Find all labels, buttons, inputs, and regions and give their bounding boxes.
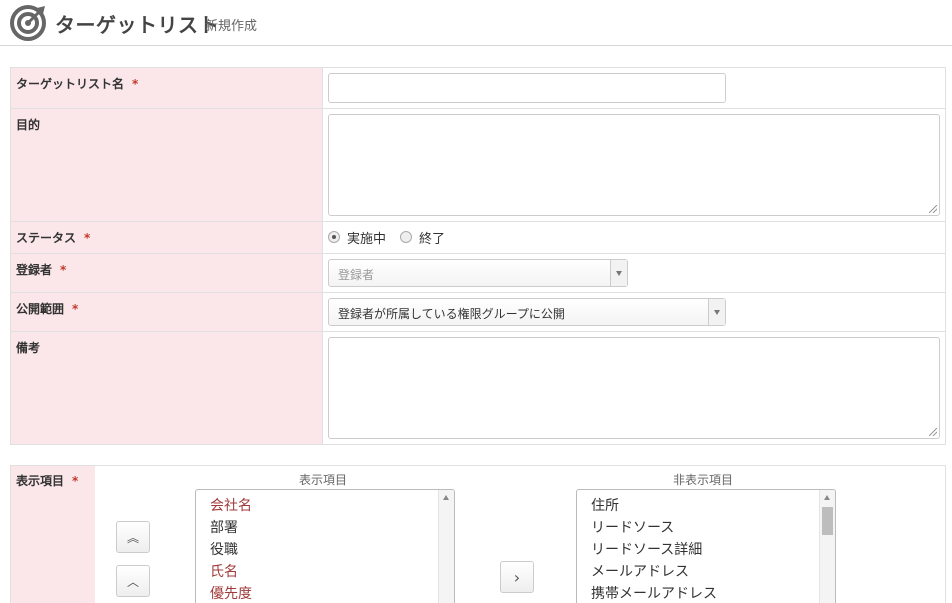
- required-mark: *: [84, 231, 91, 245]
- scroll-up-icon[interactable]: [824, 495, 830, 500]
- purpose-textarea[interactable]: [328, 114, 940, 216]
- scrollbar[interactable]: [819, 490, 835, 603]
- double-chevron-up-icon: ︽: [126, 530, 139, 545]
- display-items-label: 表示項目: [16, 474, 65, 488]
- move-top-button[interactable]: ︽: [116, 521, 150, 553]
- list-item[interactable]: 部署: [196, 517, 454, 539]
- move-to-shown-button[interactable]: ›: [500, 561, 534, 593]
- target-list-name-input[interactable]: [328, 73, 726, 103]
- target-list-form: ターゲットリスト名 * 目的 ステータス * 実施中 終了 登録者 * 登録者 …: [10, 67, 946, 445]
- list-item[interactable]: メールアドレス: [577, 561, 835, 583]
- scope-label-cell: 公開範囲 *: [10, 292, 323, 332]
- status-radio-active[interactable]: [328, 231, 340, 243]
- chevron-right-icon: ›: [513, 567, 521, 587]
- hidden-items-list[interactable]: 住所 リードソース リードソース詳細 メールアドレス 携帯メールアドレス: [576, 489, 836, 603]
- scope-value: 登録者が所属している権限グループに公開: [338, 307, 565, 321]
- status-label-cell: ステータス *: [10, 221, 323, 254]
- name-label: ターゲットリスト名: [16, 77, 125, 91]
- shown-items-list[interactable]: 会社名 部署 役職 氏名 優先度: [195, 489, 455, 603]
- registrant-select[interactable]: 登録者: [328, 259, 628, 287]
- hidden-items-title: 非表示項目: [673, 473, 734, 487]
- resize-handle-icon[interactable]: [929, 205, 937, 213]
- page-title: ターゲットリスト: [55, 13, 219, 37]
- display-items-section: 表示項目 * 表示項目 非表示項目 ︽ ︿ 会社名 部署 役職 氏名 優先度 › …: [10, 465, 946, 603]
- status-label: ステータス: [16, 231, 77, 245]
- scope-label: 公開範囲: [16, 302, 65, 316]
- registrant-placeholder: 登録者: [338, 268, 375, 282]
- page-header: ターゲットリスト 新規作成: [0, 0, 952, 46]
- list-item[interactable]: リードソース: [577, 517, 835, 539]
- resize-handle-icon[interactable]: [929, 428, 937, 436]
- list-item[interactable]: 優先度: [196, 583, 454, 603]
- list-item[interactable]: 携帯メールアドレス: [577, 583, 835, 603]
- notes-label: 備考: [16, 341, 41, 355]
- required-mark: *: [60, 263, 67, 277]
- required-mark: *: [72, 302, 79, 316]
- registrant-label-cell: 登録者 *: [10, 253, 323, 293]
- scope-select[interactable]: 登録者が所属している権限グループに公開: [328, 298, 726, 326]
- list-item[interactable]: 氏名: [196, 561, 454, 583]
- status-radio-finished[interactable]: [400, 231, 413, 243]
- notes-textarea[interactable]: [328, 337, 940, 439]
- notes-label-cell: 備考: [10, 331, 323, 445]
- shown-items-title: 表示項目: [299, 473, 348, 487]
- chevron-down-icon[interactable]: [708, 299, 725, 325]
- purpose-label: 目的: [16, 118, 41, 132]
- required-mark: *: [132, 77, 139, 91]
- scrollbar-thumb[interactable]: [822, 507, 833, 535]
- name-label-cell: ターゲットリスト名 *: [10, 67, 323, 109]
- purpose-label-cell: 目的: [10, 108, 323, 222]
- list-item[interactable]: リードソース詳細: [577, 539, 835, 561]
- list-item[interactable]: 役職: [196, 539, 454, 561]
- status-option-label[interactable]: 終了: [419, 228, 445, 247]
- status-option-label[interactable]: 実施中: [347, 228, 386, 247]
- chevron-down-icon[interactable]: [610, 260, 627, 286]
- page-subtitle: 新規作成: [205, 19, 258, 34]
- display-items-label-cell: 表示項目 *: [11, 466, 95, 603]
- target-icon: [10, 5, 46, 41]
- scroll-up-icon[interactable]: [443, 495, 449, 500]
- status-radio-group: 実施中 終了: [328, 227, 940, 247]
- list-item[interactable]: 会社名: [196, 495, 454, 517]
- registrant-label: 登録者: [16, 263, 53, 277]
- required-mark: *: [72, 474, 79, 488]
- scrollbar[interactable]: [438, 490, 454, 603]
- list-item[interactable]: 住所: [577, 495, 835, 517]
- move-up-button[interactable]: ︿: [116, 565, 150, 597]
- chevron-up-icon: ︿: [126, 574, 139, 589]
